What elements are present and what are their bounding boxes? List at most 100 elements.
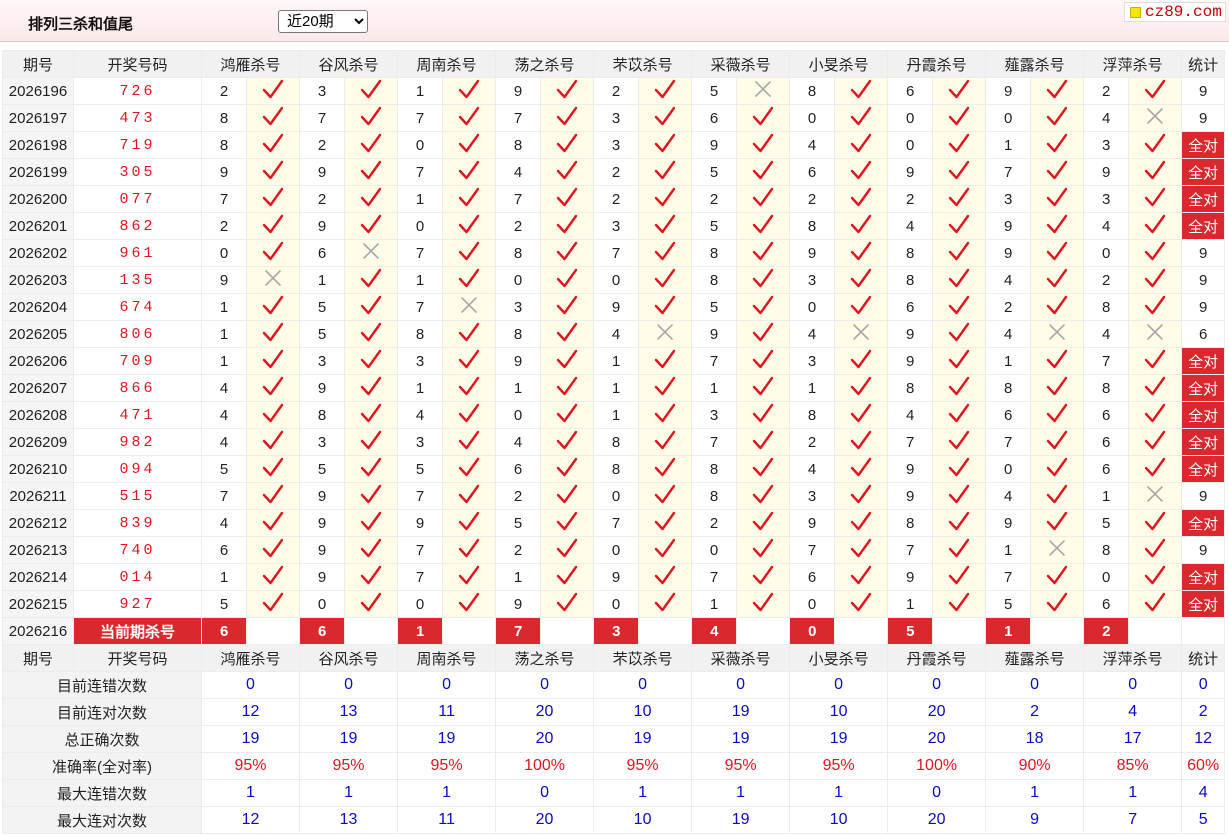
check-icon: [360, 511, 382, 531]
check-icon: [262, 79, 284, 99]
kill-number-cell: 2: [495, 482, 542, 510]
kill-number-cell: 7: [495, 104, 542, 132]
kill-number-cell: 6: [1083, 590, 1130, 618]
check-icon: [1046, 484, 1068, 504]
site-logo[interactable]: cz89.com: [1124, 2, 1226, 22]
current-kill-number: 2: [1083, 617, 1130, 645]
check-icon: [1046, 295, 1068, 315]
period-cell: 2026210: [2, 455, 74, 483]
kill-result-cell: [736, 374, 791, 402]
period-range-select[interactable]: 近20期: [278, 10, 368, 33]
summary-stat: 2: [1181, 698, 1226, 726]
column-header: 周南杀号: [397, 50, 497, 78]
all-correct-badge: 全对: [1181, 347, 1226, 375]
kill-result-cell: [245, 482, 301, 510]
kill-result-cell: [540, 266, 595, 294]
column-header: 鸿雁杀号: [200, 50, 301, 78]
check-icon: [1144, 295, 1166, 315]
kill-result-cell: [736, 185, 791, 213]
kill-result-cell: [442, 455, 497, 483]
kill-result-cell: [1030, 563, 1085, 591]
cross-icon: [755, 81, 771, 97]
kill-result-cell: [638, 590, 693, 618]
kill-number-cell: 7: [985, 563, 1032, 591]
kill-result-cell: [442, 158, 497, 186]
kill-number-cell: 2: [789, 428, 836, 456]
summary-value: 19: [691, 698, 791, 726]
all-correct-badge: 全对: [1181, 455, 1226, 483]
kill-result-cell: [638, 401, 693, 429]
kill-number-cell: 5: [495, 509, 542, 537]
kill-result-cell: [638, 185, 693, 213]
check-icon: [360, 349, 382, 369]
check-icon: [1046, 160, 1068, 180]
period-cell: 2026196: [2, 77, 74, 105]
check-icon: [752, 538, 774, 558]
current-kill-number: 7: [495, 617, 542, 645]
kill-result-cell: [638, 536, 693, 564]
kill-number-cell: 2: [1083, 266, 1130, 294]
kill-number-cell: 3: [397, 347, 444, 375]
kill-number-cell: 4: [789, 131, 836, 159]
period-cell: 2026213: [2, 536, 74, 564]
kill-result-cell: [638, 563, 693, 591]
kill-number-cell: 1: [397, 374, 444, 402]
kill-number-cell: 2: [593, 77, 640, 105]
kill-result-cell: [834, 158, 889, 186]
check-icon: [948, 160, 970, 180]
kill-result-cell: [540, 131, 595, 159]
summary-value: 9: [985, 806, 1085, 834]
kill-result-cell: [1030, 590, 1085, 618]
kill-result-cell: [638, 239, 693, 267]
kill-result-cell: [1030, 347, 1085, 375]
kill-number-cell: 7: [397, 158, 444, 186]
summary-value: 95%: [789, 752, 889, 780]
kill-number-cell: 9: [887, 455, 934, 483]
check-icon: [556, 403, 578, 423]
check-icon: [556, 322, 578, 342]
check-icon: [556, 187, 578, 207]
kill-number-cell: 8: [789, 212, 836, 240]
kill-number-cell: 0: [887, 104, 934, 132]
draw-number-cell: 515: [73, 482, 202, 510]
kill-number-cell: 5: [1083, 509, 1130, 537]
column-header: 芣苡杀号: [593, 50, 693, 78]
kill-number-table: 期号 开奖号码 鸿雁杀号 谷风杀号 周南杀号 荡之杀号 芣苡杀号 采薇杀号 小旻杀号 丹霞杀号 薤露…: [2, 50, 1226, 834]
kill-result-cell: [1128, 320, 1183, 348]
kill-number-cell: 2: [299, 185, 346, 213]
check-icon: [948, 106, 970, 126]
kill-number-cell: 2: [1083, 77, 1130, 105]
kill-result-cell: [1128, 212, 1183, 240]
kill-number-cell: 2: [593, 158, 640, 186]
kill-number-cell: 6: [1083, 455, 1130, 483]
check-icon: [850, 403, 872, 423]
summary-value: 20: [495, 806, 595, 834]
kill-number-cell: 3: [593, 212, 640, 240]
kill-result-cell: [344, 590, 399, 618]
table-row: 2026207 866 4 9 1 1 1 1 1 8 8 8 全对: [2, 374, 1226, 402]
check-icon: [850, 241, 872, 261]
kill-result-cell: [442, 104, 497, 132]
check-icon: [654, 376, 676, 396]
check-icon: [1046, 79, 1068, 99]
summary-value: 0: [887, 671, 987, 699]
kill-result-cell: [1128, 428, 1183, 456]
kill-number-cell: 3: [397, 428, 444, 456]
check-icon: [654, 214, 676, 234]
kill-number-cell: 7: [397, 239, 444, 267]
kill-result-cell: [344, 158, 399, 186]
kill-result-cell: [932, 563, 987, 591]
table-row: 2026206 709 1 3 3 9 1 7 3 9 1 7 全对: [2, 347, 1226, 375]
kill-result-cell: [638, 77, 693, 105]
check-icon: [360, 322, 382, 342]
kill-result-cell: [932, 590, 987, 618]
check-icon: [360, 430, 382, 450]
check-icon: [654, 565, 676, 585]
kill-result-cell: [540, 293, 595, 321]
summary-value: 19: [691, 725, 791, 753]
check-icon: [458, 322, 480, 342]
kill-result-cell: [638, 347, 693, 375]
cross-icon: [1049, 324, 1065, 340]
check-icon: [1046, 511, 1068, 531]
kill-result-cell: [442, 185, 497, 213]
